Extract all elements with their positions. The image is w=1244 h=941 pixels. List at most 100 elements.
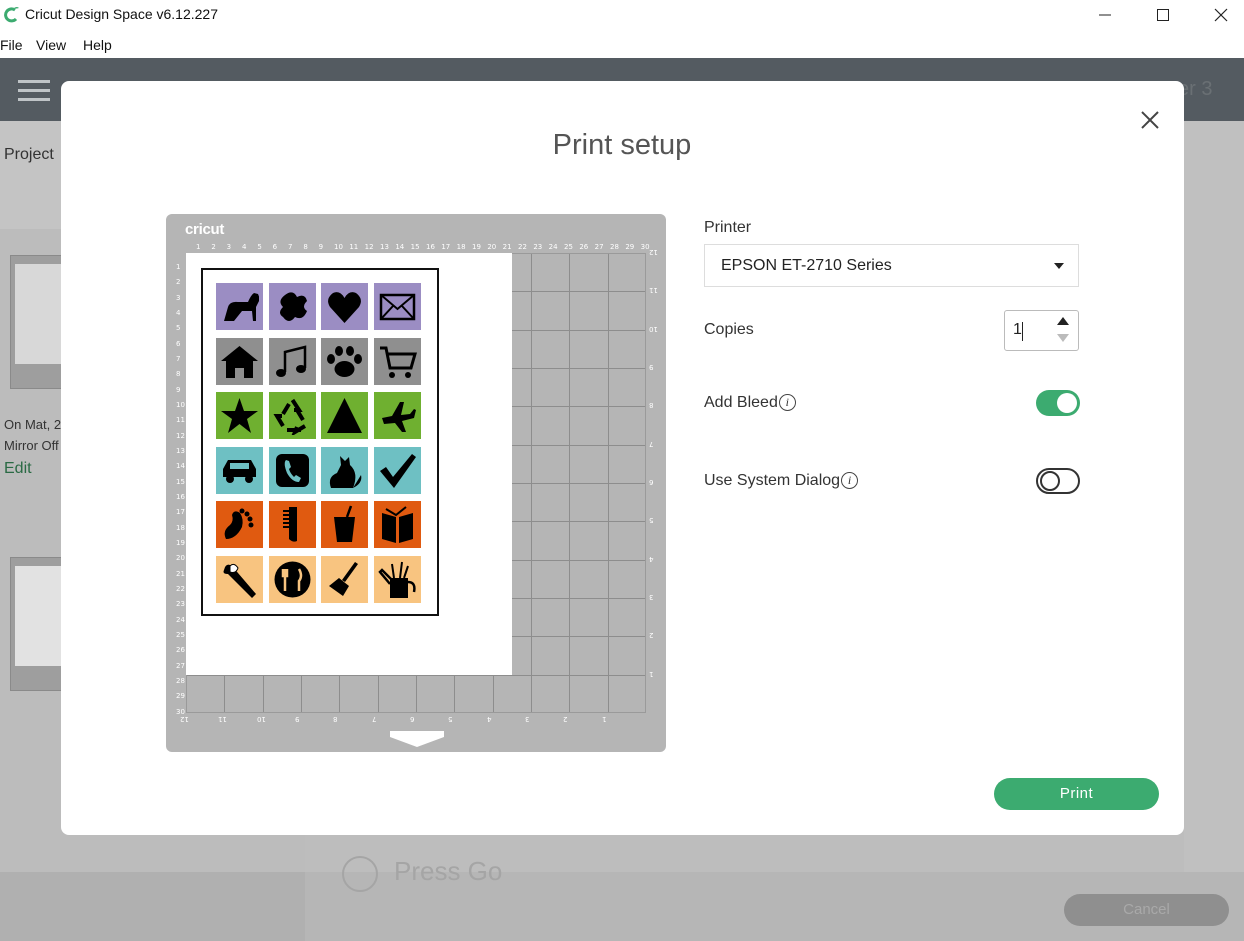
print-button[interactable]: Print <box>994 778 1159 810</box>
design-tile <box>216 392 263 439</box>
minimize-button[interactable] <box>1076 0 1134 31</box>
print-then-cut-area <box>201 268 439 616</box>
top-ruler-number: 23 <box>533 243 543 251</box>
printer-select-value: EPSON ET-2710 Series <box>721 257 892 274</box>
maximize-button[interactable] <box>1134 0 1192 31</box>
left-ruler-number: 8 <box>176 370 181 379</box>
airplane-icon <box>381 402 416 432</box>
left-ruler-number: 14 <box>176 462 185 471</box>
right-ruler-number: 12 <box>649 248 658 256</box>
hamburger-menu-icon[interactable] <box>18 80 50 102</box>
recycle-icon <box>272 398 306 435</box>
bottom-ruler-number: 9 <box>295 715 300 723</box>
design-tile <box>216 501 263 548</box>
top-ruler-number: 19 <box>472 243 481 251</box>
paw-print-icon <box>327 345 362 377</box>
car-icon <box>223 459 256 483</box>
info-icon[interactable]: i <box>841 472 859 490</box>
add-bleed-toggle[interactable] <box>1036 390 1080 416</box>
plate-fork-knife-icon <box>274 561 310 597</box>
close-icon <box>1141 111 1159 129</box>
design-tile <box>321 283 368 330</box>
printer-label: Printer <box>704 219 752 236</box>
top-ruler-number: 2 <box>211 243 216 251</box>
top-ruler-number: 12 <box>364 243 374 251</box>
envelope-icon <box>379 293 415 321</box>
top-ruler-number: 24 <box>548 243 558 251</box>
left-ruler-number: 19 <box>176 539 185 547</box>
left-ruler-number: 1 <box>176 263 181 271</box>
design-tile <box>268 392 316 439</box>
right-ruler-number: 4 <box>649 554 654 563</box>
menu-file[interactable]: File <box>0 37 23 53</box>
mat-info-line-2: Mirror Off <box>4 438 59 453</box>
top-ruler-number: 5 <box>257 243 262 251</box>
bottom-ruler-number: 2 <box>563 715 568 723</box>
book-icon <box>381 506 413 543</box>
right-ruler-number: 7 <box>649 439 654 448</box>
left-ruler-number: 23 <box>176 600 185 609</box>
step-label: Press Go <box>394 856 503 886</box>
right-ruler-number: 5 <box>649 516 654 525</box>
design-tile <box>321 392 368 439</box>
toothbrush-icon <box>223 563 256 598</box>
right-ruler-number: 1 <box>649 669 654 678</box>
edit-link[interactable]: Edit <box>4 460 32 478</box>
dialog-close-button[interactable] <box>1136 106 1164 134</box>
top-ruler-number: 16 <box>426 243 435 251</box>
left-ruler-number: 6 <box>176 339 181 348</box>
window-close-button[interactable] <box>1192 0 1244 31</box>
copies-stepper[interactable]: 1 <box>1004 310 1079 351</box>
top-ruler-number: 6 <box>272 243 278 251</box>
triangle-icon <box>327 398 362 433</box>
right-ruler-number: 2 <box>649 631 654 640</box>
design-tile <box>373 283 421 330</box>
puzzle-piece-icon <box>279 292 307 321</box>
top-ruler-number: 4 <box>242 243 247 251</box>
design-tile <box>321 337 368 385</box>
left-ruler-number: 12 <box>176 431 185 440</box>
broom-icon <box>329 561 358 596</box>
window-title: Cricut Design Space v6.12.227 <box>25 6 218 22</box>
right-ruler-number: 10 <box>649 324 658 333</box>
footprint-icon <box>224 508 254 539</box>
drink-cup-icon <box>334 505 355 542</box>
left-ruler-number: 24 <box>176 615 185 624</box>
mat-thumbnail-1[interactable] <box>10 255 65 389</box>
decrement-arrow-icon[interactable] <box>1057 334 1069 342</box>
top-ruler-number: 26 <box>579 243 589 251</box>
mat-thumbnail-2[interactable] <box>10 557 65 691</box>
cricut-logo-icon <box>4 7 19 23</box>
top-ruler-number: 10 <box>334 243 343 251</box>
info-icon[interactable]: i <box>778 394 796 412</box>
add-bleed-label: Add Bleed <box>704 394 778 411</box>
left-ruler-number: 28 <box>176 677 185 685</box>
close-icon <box>1214 8 1228 22</box>
top-ruler-number: 13 <box>380 243 389 251</box>
left-ruler-number: 27 <box>176 661 185 670</box>
house-icon <box>221 345 258 378</box>
menu-help[interactable]: Help <box>83 37 112 53</box>
design-tile <box>216 283 263 330</box>
bottom-ruler-number: 11 <box>218 715 228 723</box>
design-tile <box>216 446 263 494</box>
printer-select[interactable]: EPSON ET-2710 Series <box>704 244 1079 287</box>
left-ruler-number: 22 <box>176 585 185 593</box>
right-ruler-number: 9 <box>649 363 654 371</box>
design-tile <box>268 337 316 385</box>
top-ruler-number: 21 <box>502 243 512 251</box>
top-ruler-number: 25 <box>564 243 573 251</box>
top-ruler-number: 3 <box>226 243 232 251</box>
heart-icon <box>328 292 361 323</box>
design-tile <box>321 446 368 494</box>
left-ruler-number: 10 <box>176 401 185 409</box>
design-tile <box>268 283 316 330</box>
menu-bar: File View Help <box>0 31 1244 58</box>
cancel-button[interactable]: Cancel <box>1064 894 1229 926</box>
right-ruler-number: 8 <box>649 401 654 410</box>
mat-brand-logo: cricut <box>185 221 225 238</box>
design-tile <box>373 555 421 603</box>
menu-view[interactable]: View <box>36 37 66 53</box>
system-dialog-toggle[interactable] <box>1036 468 1080 494</box>
increment-arrow-icon[interactable] <box>1057 317 1069 325</box>
